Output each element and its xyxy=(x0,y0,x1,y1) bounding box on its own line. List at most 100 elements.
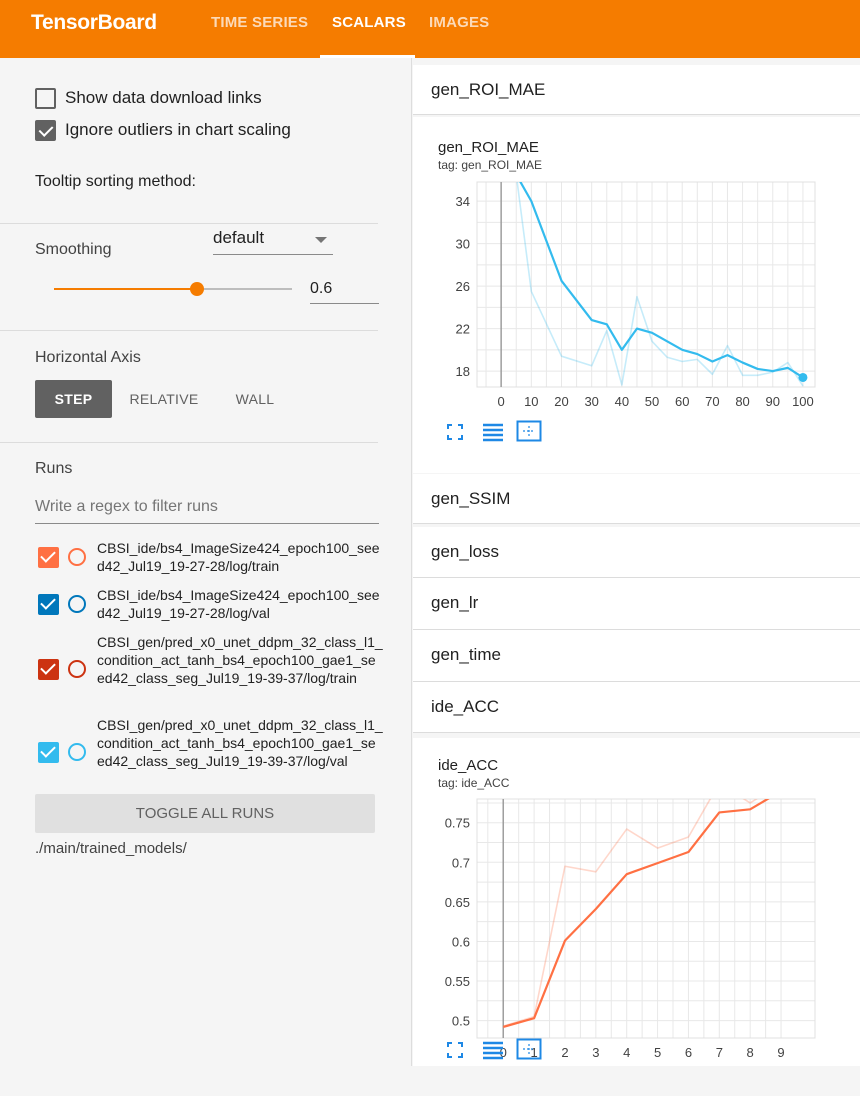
horizontal-axis-label: Horizontal Axis xyxy=(35,349,141,366)
run-checkbox[interactable] xyxy=(38,547,59,568)
run-item[interactable]: CBSI_gen/pred_x0_unet_ddpm_32_class_l1_c… xyxy=(38,716,383,788)
run-color-radio[interactable] xyxy=(68,743,86,761)
show-download-links-label: Show data download links xyxy=(65,88,262,107)
axis-relative-button[interactable]: RELATIVE xyxy=(120,380,208,418)
tab-time-series[interactable]: TIME SERIES xyxy=(211,14,308,31)
run-name: CBSI_gen/pred_x0_unet_ddpm_32_class_l1_c… xyxy=(97,634,383,686)
run-checkbox[interactable] xyxy=(38,742,59,763)
x-tick-label: 9 xyxy=(777,1045,784,1060)
app-title: TensorBoard xyxy=(31,11,157,34)
tooltip-sorting-select[interactable]: default xyxy=(213,226,333,255)
x-tick-label: 6 xyxy=(685,1045,692,1060)
run-item[interactable]: CBSI_ide/bs4_ImageSize424_epoch100_seed4… xyxy=(38,586,383,622)
chart-title: ide_ACC xyxy=(438,757,499,774)
run-name: CBSI_ide/bs4_ImageSize424_epoch100_seed4… xyxy=(97,587,380,621)
run-color-radio[interactable] xyxy=(68,548,86,566)
smoothing-value-input[interactable]: 0.6 xyxy=(310,276,379,304)
y-tick-label: 0.75 xyxy=(445,816,470,831)
y-tick-label: 0.65 xyxy=(445,895,470,910)
x-tick-label: 80 xyxy=(735,394,749,409)
x-tick-label: 3 xyxy=(592,1045,599,1060)
group-title: gen_SSIM xyxy=(431,489,511,508)
tab-scalars[interactable]: SCALARS xyxy=(332,14,406,31)
raw-series-line xyxy=(516,182,804,387)
run-item[interactable]: CBSI_gen/pred_x0_unet_ddpm_32_class_l1_c… xyxy=(38,633,383,705)
x-tick-label: 5 xyxy=(654,1045,661,1060)
x-tick-label: 4 xyxy=(623,1045,630,1060)
plot-frame xyxy=(476,181,816,388)
chart-card-gen-roi-mae: gen_ROI_MAE tag: gen_ROI_MAE 0 10 20 30 40 50… xyxy=(413,117,860,473)
chart-tag: tag: ide_ACC xyxy=(438,776,510,790)
y-tick-label: 0.55 xyxy=(445,974,470,989)
x-tick-label: 60 xyxy=(675,394,689,409)
y-tick-label: 0.5 xyxy=(452,1014,470,1029)
group-header-gen-lr[interactable]: gen_lr xyxy=(413,578,860,630)
x-tick-label: 2 xyxy=(561,1045,568,1060)
runs-filter-input[interactable]: Write a regex to filter runs xyxy=(35,494,379,524)
runs-label: Runs xyxy=(35,460,73,477)
run-item[interactable]: CBSI_ide/bs4_ImageSize424_epoch100_seed4… xyxy=(38,539,383,575)
fullscreen-icon[interactable] xyxy=(446,423,464,446)
show-download-links-option[interactable]: Show data download links xyxy=(35,87,262,109)
x-tick-label: 10 xyxy=(524,394,538,409)
fullscreen-icon[interactable] xyxy=(446,1041,464,1064)
x-tick-label: 8 xyxy=(747,1045,754,1060)
run-checkbox[interactable] xyxy=(38,659,59,680)
dropdown-caret-icon xyxy=(315,237,327,243)
run-checkbox[interactable] xyxy=(38,594,59,615)
chart-title: gen_ROI_MAE xyxy=(438,139,539,156)
line-chart[interactable]: 0 1 2 3 4 5 6 7 8 90.50.550.60.650.70.75 xyxy=(413,796,860,1096)
x-tick-label: 0 xyxy=(498,394,505,409)
group-header-gen-loss[interactable]: gen_loss xyxy=(413,527,860,578)
smoothing-slider-thumb[interactable] xyxy=(190,282,204,296)
show-download-links-checkbox[interactable] xyxy=(35,87,56,109)
y-tick-label: 0.6 xyxy=(452,934,470,949)
fit-domain-icon[interactable] xyxy=(516,1038,542,1065)
y-tick-label: 22 xyxy=(456,322,470,337)
smoothing-slider-fill xyxy=(54,288,197,290)
hover-point-marker xyxy=(798,372,808,382)
line-chart[interactable]: 0 10 20 30 40 50 60 70 80 90 100 18 22 26 30 34 xyxy=(413,179,860,479)
x-tick-label: 30 xyxy=(584,394,598,409)
ignore-outliers-option[interactable]: Ignore outliers in chart scaling xyxy=(35,119,291,141)
tab-images[interactable]: IMAGES xyxy=(429,14,489,31)
toggle-all-runs-button[interactable]: TOGGLE ALL RUNS xyxy=(35,794,375,833)
tooltip-sorting-label: Tooltip sorting method: xyxy=(35,173,196,190)
y-tick-label: 30 xyxy=(456,237,470,252)
run-color-radio[interactable] xyxy=(68,595,86,613)
group-title: gen_loss xyxy=(431,542,500,561)
ignore-outliers-label: Ignore outliers in chart scaling xyxy=(65,120,291,139)
group-title: gen_lr xyxy=(431,593,479,612)
ignore-outliers-checkbox[interactable] xyxy=(35,119,56,141)
toggle-log-scale-icon[interactable] xyxy=(482,422,504,447)
group-header-gen-ssim[interactable]: gen_SSIM xyxy=(413,474,860,524)
fit-domain-icon[interactable] xyxy=(516,420,542,447)
logdir-path: ./main/trained_models/ xyxy=(35,840,187,857)
x-tick-label: 70 xyxy=(705,394,719,409)
x-tick-label: 20 xyxy=(554,394,568,409)
y-tick-label: 0.7 xyxy=(452,855,470,870)
axis-step-button[interactable]: STEP xyxy=(35,380,112,418)
section-divider xyxy=(0,223,378,224)
group-header-gen-roi-mae[interactable]: gen_ROI_MAE xyxy=(413,65,860,115)
run-color-radio[interactable] xyxy=(68,660,86,678)
section-divider xyxy=(0,330,378,331)
tooltip-sorting-value: default xyxy=(213,228,265,247)
group-header-ide-acc[interactable]: ide_ACC xyxy=(413,682,860,733)
group-header-gen-time[interactable]: gen_time xyxy=(413,630,860,682)
chart-card-ide-acc: ide_ACC tag: ide_ACC 0 1 2 3 4 5 6 7 8 9 0.5 0.55 0.… xyxy=(413,738,860,1066)
smoothed-series-line xyxy=(519,182,804,379)
axis-wall-button[interactable]: WALL xyxy=(222,380,288,418)
run-name: CBSI_gen/pred_x0_unet_ddpm_32_class_l1_c… xyxy=(97,717,383,769)
x-tick-label: 50 xyxy=(645,394,659,409)
y-tick-label: 18 xyxy=(456,364,470,379)
x-tick-label: 100 xyxy=(792,394,814,409)
chart-tag: tag: gen_ROI_MAE xyxy=(438,158,543,172)
scalars-dashboard: gen_ROI_MAE gen_ROI_MAE tag: gen_ROI_MAE… xyxy=(413,58,860,1066)
y-tick-label: 26 xyxy=(456,279,470,294)
group-title: gen_time xyxy=(431,645,501,664)
x-tick-label: 7 xyxy=(716,1045,723,1060)
toggle-log-scale-icon[interactable] xyxy=(482,1040,504,1065)
group-title: gen_ROI_MAE xyxy=(431,80,546,99)
section-divider xyxy=(0,442,378,443)
